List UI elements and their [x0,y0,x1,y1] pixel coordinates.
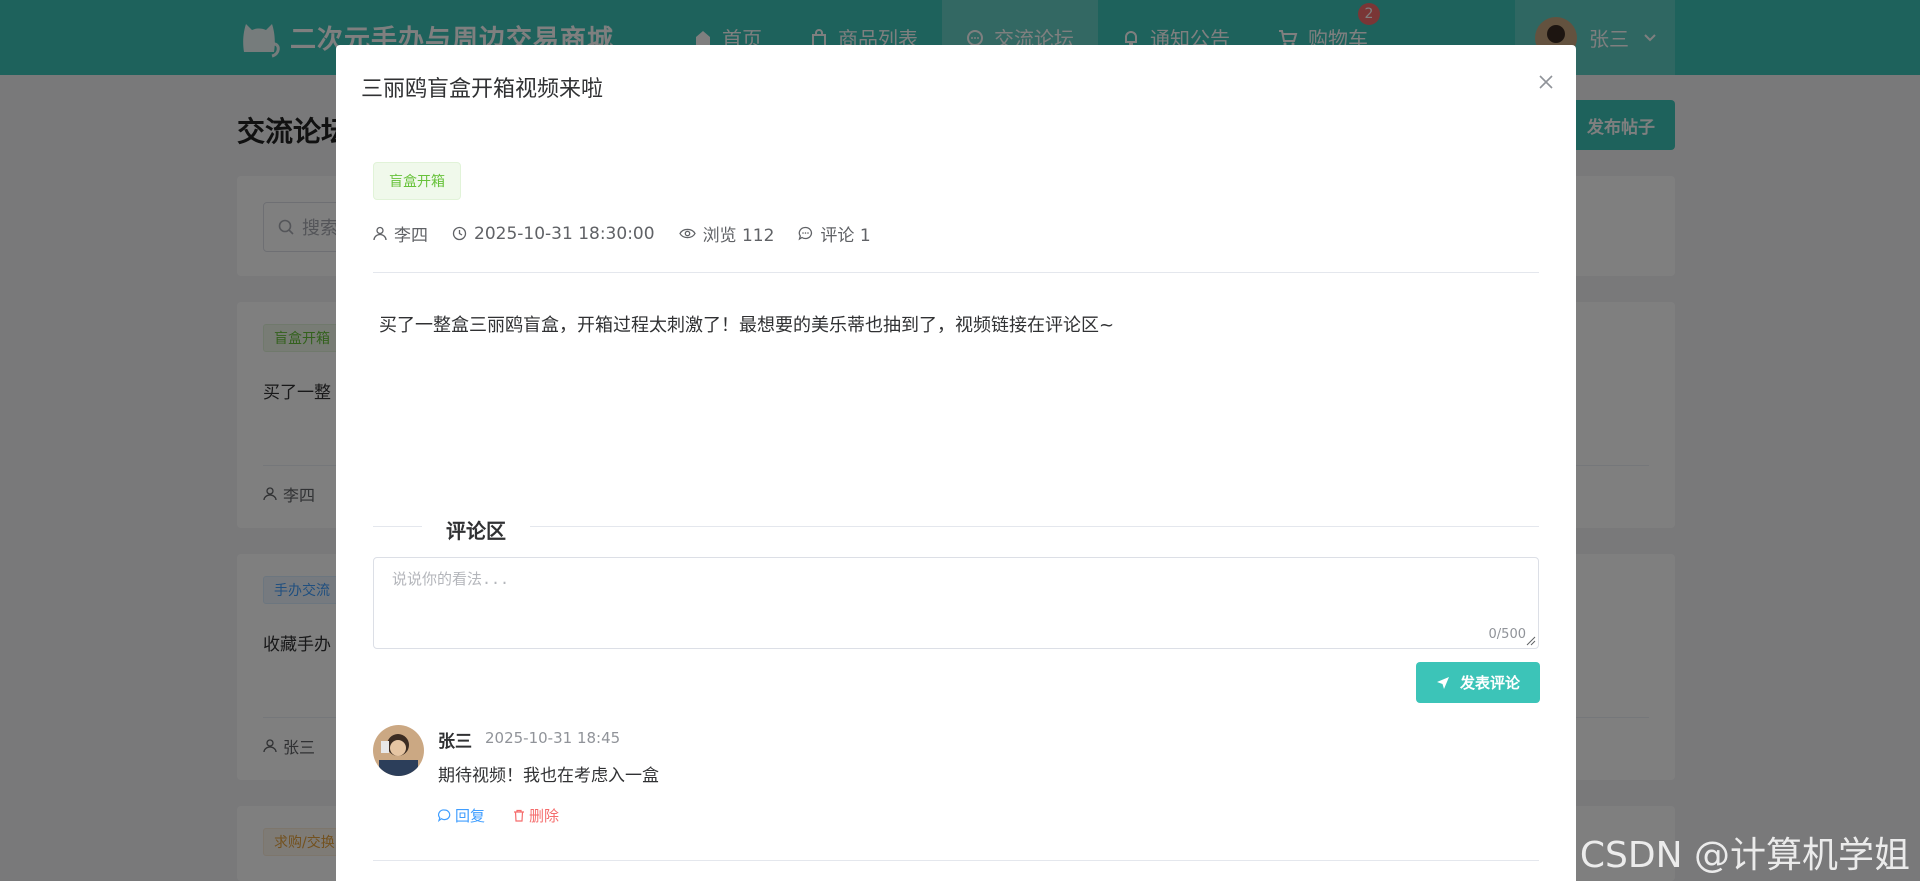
comment-field[interactable]: 0/500 [373,557,1539,649]
comment-actions: 回复 删除 [438,805,587,826]
post-datetime: 2025-10-31 18:30:00 [474,223,655,244]
close-icon [1539,75,1553,89]
comment-time: 2025-10-31 18:45 [485,729,621,747]
comment-icon [798,226,813,241]
trash-icon [514,809,525,822]
comment-section-title: 评论区 [422,515,530,544]
comment-count: 评论 1 [820,226,871,246]
comment-text: 期待视频！我也在考虑入一盒 [438,766,659,786]
clock-icon [452,226,467,241]
reply-button[interactable]: 回复 [438,805,485,826]
user-icon [373,226,387,241]
post-detail-dialog: 三丽鸥盲盒开箱视频来啦 盲盒开箱 李四 2025-10-31 18:30:00 … [336,45,1576,881]
meta-views: 浏览 112 [678,221,775,246]
meta-time: 2025-10-31 18:30:00 [452,224,655,244]
divider [373,272,1539,273]
send-icon [1436,676,1449,689]
char-counter: 0/500 [1488,627,1526,642]
submit-comment-button[interactable]: 发表评论 [1416,662,1540,703]
dialog-title: 三丽鸥盲盒开箱视频来啦 [361,77,604,102]
delete-label: 删除 [529,807,560,825]
post-content: 买了一整盒三丽鸥盲盒，开箱过程太刺激了！最想要的美乐蒂也抽到了，视频链接在评论区… [379,315,1115,336]
author-name: 李四 [394,226,428,246]
post-meta: 李四 2025-10-31 18:30:00 浏览 112 评论 1 [373,221,895,246]
eye-icon [678,228,696,239]
meta-comments: 评论 1 [798,221,871,246]
watermark: CSDN @计算机学姐 [1579,835,1910,876]
section-divider [373,526,1539,527]
avatar[interactable] [373,725,424,776]
comment-author: 张三 [438,732,472,752]
comment-textarea[interactable] [374,558,1538,648]
resize-handle-icon[interactable] [1526,636,1536,646]
submit-label: 发表评论 [1459,674,1520,692]
divider [373,860,1539,861]
reply-icon [438,809,451,822]
meta-author: 李四 [373,221,428,246]
view-count: 浏览 112 [702,226,775,246]
delete-button[interactable]: 删除 [513,805,559,826]
reply-label: 回复 [455,807,486,825]
close-button[interactable] [1533,69,1559,95]
post-tag: 盲盒开箱 [373,162,461,200]
